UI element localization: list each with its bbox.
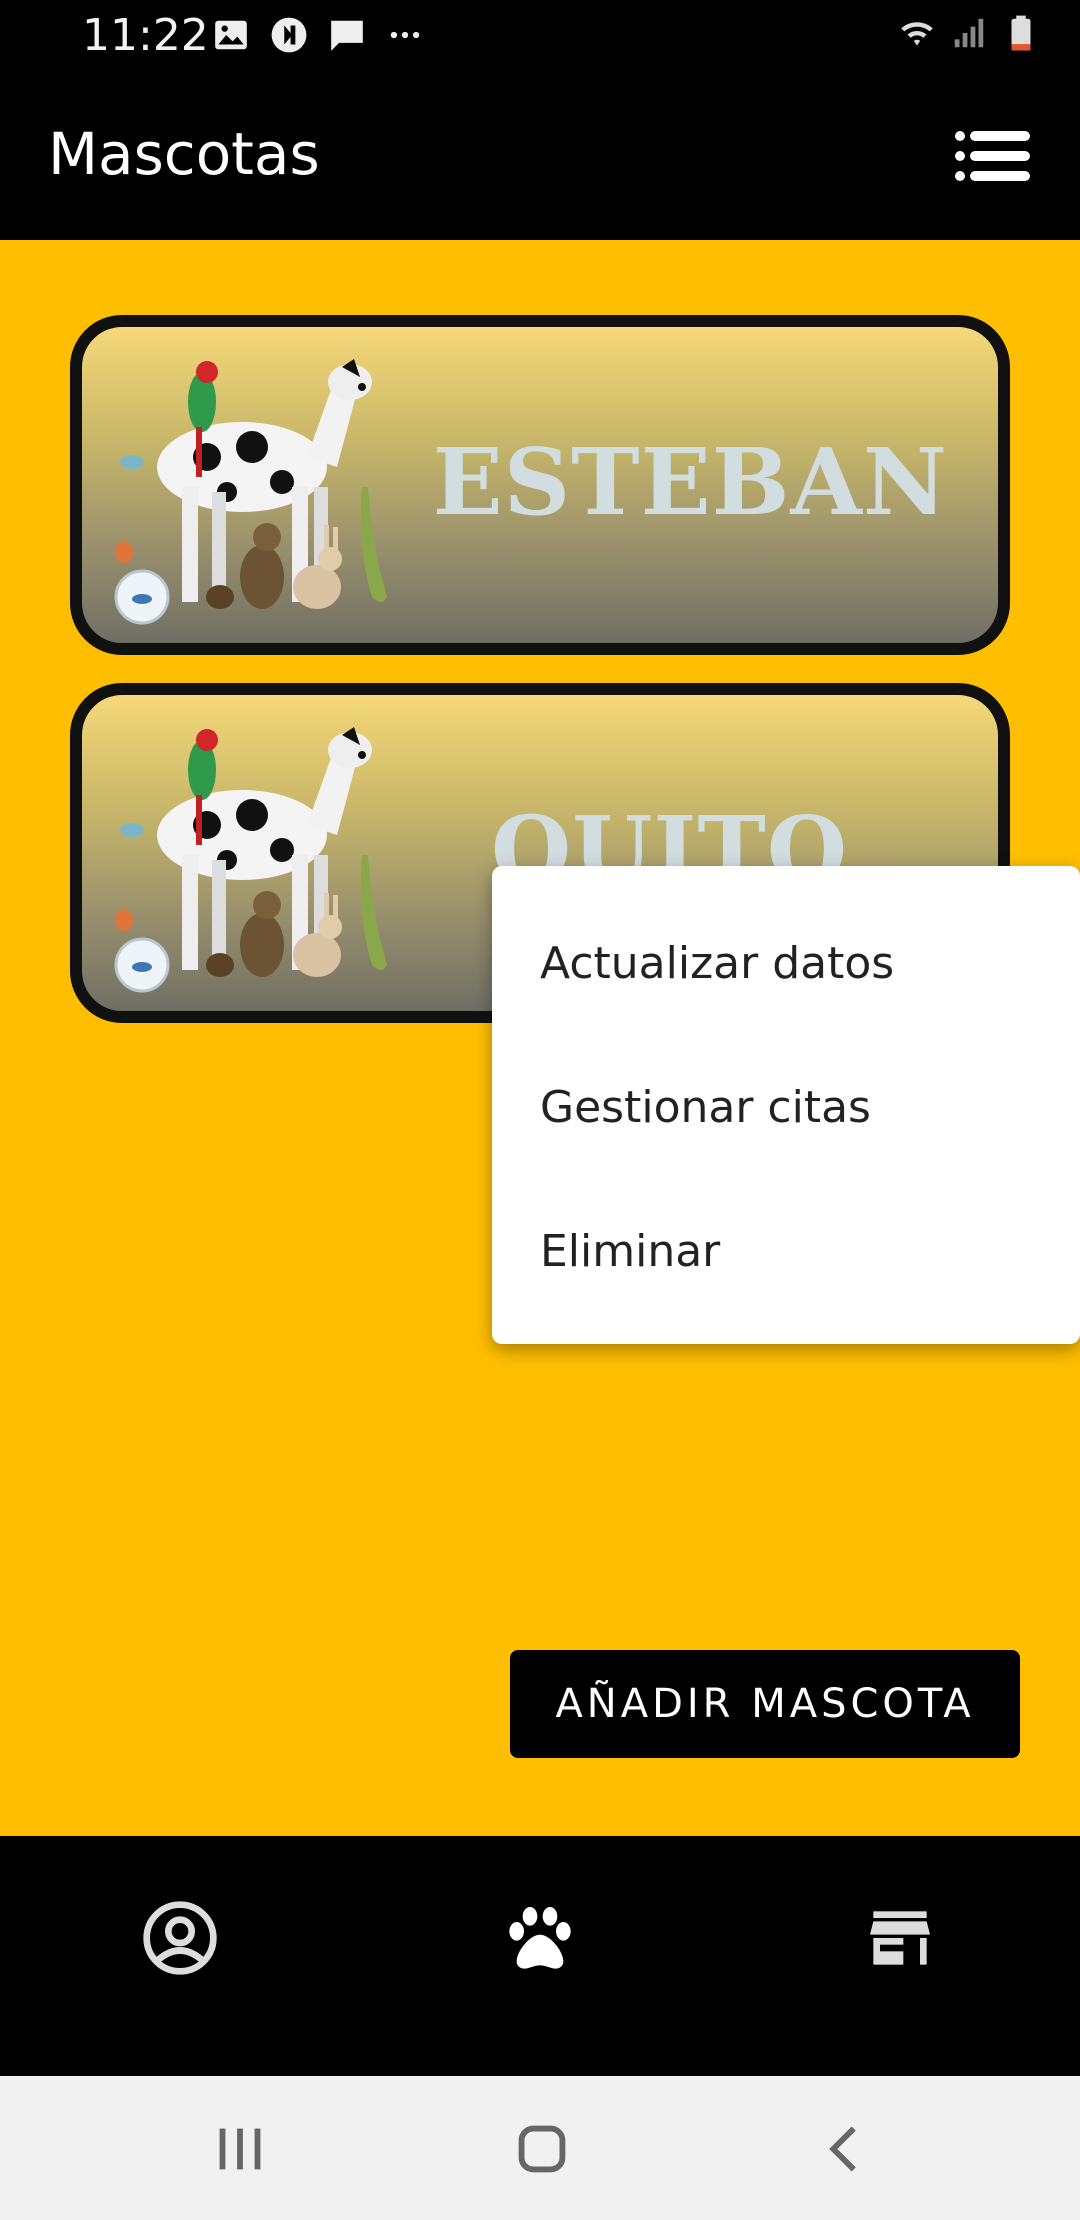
wifi-icon xyxy=(901,22,933,46)
pets-illustration xyxy=(114,727,387,993)
store-icon[interactable] xyxy=(860,1898,940,1978)
list-menu-icon[interactable] xyxy=(954,130,1032,182)
status-time: 11:22 xyxy=(82,10,209,61)
pets-illustration xyxy=(114,359,387,625)
pet-card[interactable]: ESTEBAN xyxy=(70,315,1010,655)
status-bar: 11:22 xyxy=(0,0,1080,72)
bottom-navigation xyxy=(0,1836,1080,2076)
account-circle-icon[interactable] xyxy=(140,1898,220,1978)
add-pet-button[interactable]: AÑADIR MASCOTA xyxy=(510,1650,1020,1758)
status-notification-icons xyxy=(212,16,424,54)
more-icon xyxy=(390,31,420,39)
menu-item-update-data[interactable]: Actualizar datos xyxy=(540,934,894,994)
paw-icon[interactable] xyxy=(500,1898,580,1978)
menu-item-manage-appointments[interactable]: Gestionar citas xyxy=(540,1078,871,1138)
app-bar: Mascotas xyxy=(0,72,1080,240)
menu-item-delete[interactable]: Eliminar xyxy=(540,1222,720,1282)
system-navigation-bar xyxy=(0,2076,1080,2220)
home-icon[interactable] xyxy=(507,2114,577,2184)
battery-icon xyxy=(1011,15,1031,51)
pet-name: ESTEBAN xyxy=(432,428,948,536)
back-icon[interactable] xyxy=(810,2114,880,2184)
message-icon xyxy=(331,20,363,51)
recents-icon[interactable] xyxy=(205,2114,275,2184)
page-title: Mascotas xyxy=(48,120,320,188)
recycle-icon xyxy=(271,17,307,53)
status-system-icons xyxy=(898,14,1040,52)
image-icon xyxy=(215,20,247,50)
signal-icon xyxy=(954,18,984,48)
popup-menu: Actualizar datos Gestionar citas Elimina… xyxy=(492,866,1080,1344)
